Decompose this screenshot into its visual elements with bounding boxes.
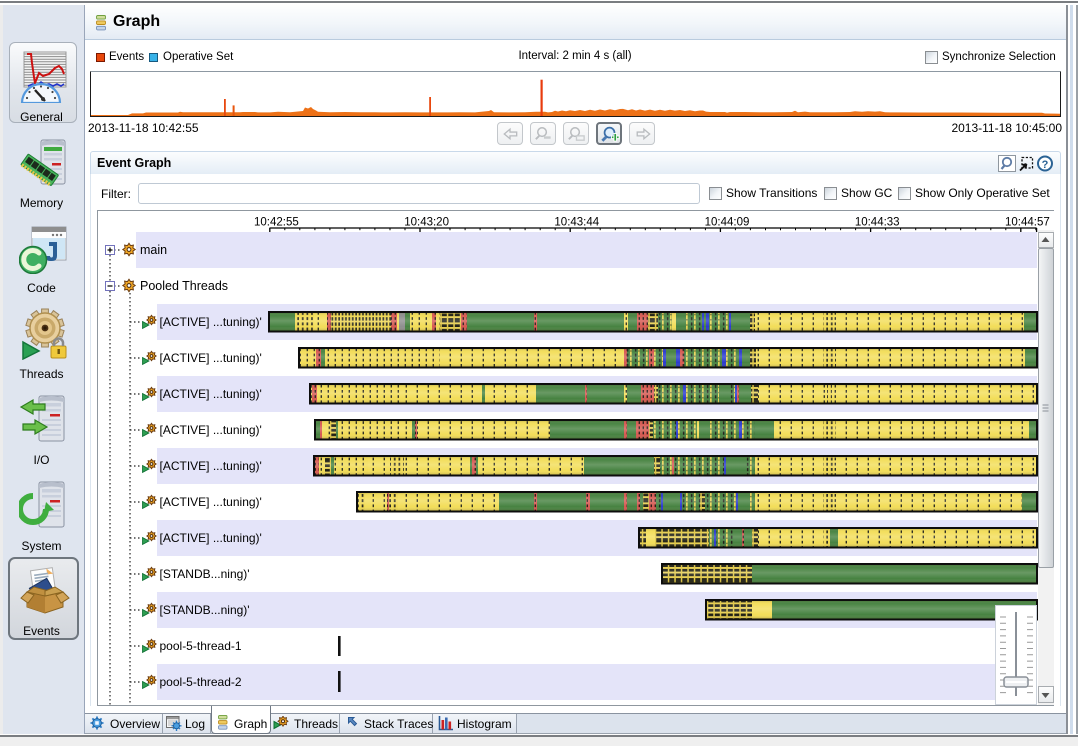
svg-text:[ACTIVE] ...tuning)': [ACTIVE] ...tuning)' — [160, 351, 262, 365]
svg-text:10:43:44: 10:43:44 — [554, 217, 599, 229]
svg-text:10:44:57: 10:44:57 — [1005, 217, 1050, 229]
svg-text:10:44:09: 10:44:09 — [705, 217, 750, 229]
svg-text:main: main — [140, 243, 167, 257]
svg-text:[ACTIVE] ...tuning)': [ACTIVE] ...tuning)' — [160, 459, 262, 473]
svg-text:[ACTIVE] ...tuning)': [ACTIVE] ...tuning)' — [160, 495, 262, 509]
svg-text:[STANDB...ning)': [STANDB...ning)' — [160, 603, 250, 617]
svg-text:[ACTIVE] ...tuning)': [ACTIVE] ...tuning)' — [160, 423, 262, 437]
svg-text:10:44:33: 10:44:33 — [855, 217, 900, 229]
svg-text:[ACTIVE] ...tuning)': [ACTIVE] ...tuning)' — [160, 387, 262, 401]
svg-text:pool-5-thread-2: pool-5-thread-2 — [160, 675, 242, 689]
svg-text:Pooled Threads: Pooled Threads — [140, 279, 228, 293]
svg-text:pool-5-thread-1: pool-5-thread-1 — [160, 639, 242, 653]
svg-text:10:42:55: 10:42:55 — [254, 217, 299, 229]
svg-text:[STANDB...ning)': [STANDB...ning)' — [160, 567, 250, 581]
svg-text:[ACTIVE] ...tuning)': [ACTIVE] ...tuning)' — [160, 315, 262, 329]
svg-text:[ACTIVE] ...tuning)': [ACTIVE] ...tuning)' — [160, 531, 262, 545]
svg-text:?: ? — [1042, 159, 1049, 171]
svg-text:10:43:20: 10:43:20 — [404, 217, 449, 229]
